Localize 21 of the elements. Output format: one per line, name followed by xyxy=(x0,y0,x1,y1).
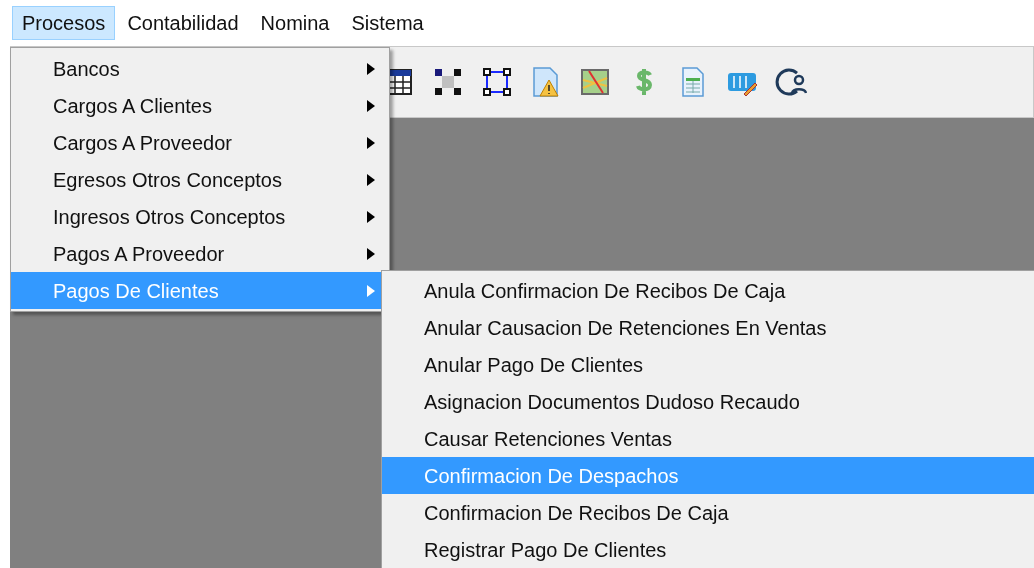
menu-item[interactable]: Cargos A Proveedor xyxy=(11,124,389,161)
menu-item[interactable]: Egresos Otros Conceptos xyxy=(11,161,389,198)
menu-item[interactable]: Registrar Pago De Clientes xyxy=(382,531,1034,568)
menu-item[interactable]: Causar Retenciones Ventas xyxy=(382,420,1034,458)
menu-bar-item[interactable]: Contabilidad xyxy=(117,6,249,40)
menu-bar-item[interactable]: Sistema xyxy=(341,6,434,40)
map-icon[interactable] xyxy=(579,66,611,98)
menu-item[interactable]: Anular Causacion De Retenciones En Ventas xyxy=(382,309,1034,347)
selection-handles-icon[interactable] xyxy=(432,66,464,98)
menu-item[interactable]: Asignacion Documentos Dudoso Recaudo xyxy=(382,383,1034,421)
frame-icon[interactable] xyxy=(481,66,513,98)
menu-bar-item[interactable]: Procesos xyxy=(12,6,116,40)
document-warning-icon[interactable] xyxy=(530,66,562,98)
menu-item[interactable]: Pagos A Proveedor xyxy=(11,235,389,272)
menu-item[interactable]: Cargos A Clientes xyxy=(11,87,389,124)
menu-item[interactable]: Anular Pago De Clientes xyxy=(382,346,1034,384)
menu-item[interactable]: Confirmacion De Recibos De Caja xyxy=(382,494,1034,532)
menu-item[interactable]: Ingresos Otros Conceptos xyxy=(11,198,389,235)
menu-item[interactable]: Bancos xyxy=(11,50,389,87)
menu-bar-item[interactable]: Nomina xyxy=(250,6,340,40)
coin-person-icon[interactable] xyxy=(775,66,807,98)
